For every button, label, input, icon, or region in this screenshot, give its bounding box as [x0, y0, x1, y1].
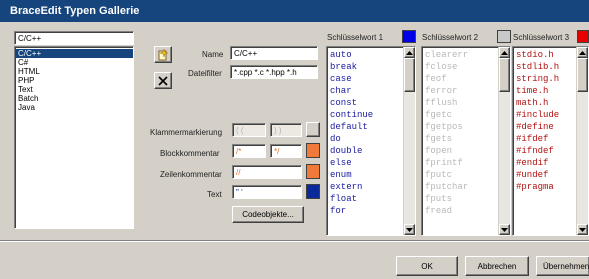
keyword-scrollbar[interactable] [498, 47, 510, 235]
keyword-item[interactable]: ferror [422, 85, 498, 97]
keyword-item[interactable]: const [327, 97, 403, 109]
keyword-item[interactable]: case [327, 73, 403, 85]
bracket-label: Klammermarkierung [150, 128, 223, 137]
separator-highlight [0, 241, 589, 242]
keyword-item[interactable]: #undef [513, 169, 576, 181]
keyword-item[interactable]: stdio.h [513, 49, 576, 61]
language-list-item[interactable]: PHP [15, 76, 133, 85]
file-filter-field[interactable] [230, 65, 318, 79]
new-type-button[interactable] [154, 46, 172, 63]
name-label: Name [202, 50, 224, 59]
keyword-item[interactable]: clearerr [422, 49, 498, 61]
ok-button[interactable]: OK [396, 256, 458, 276]
keyword-color-swatch[interactable] [402, 30, 416, 43]
text-color-swatch[interactable] [306, 184, 320, 199]
keyword-item[interactable]: #endif [513, 157, 576, 169]
language-list-item[interactable]: Java [15, 103, 133, 112]
keyword-item[interactable]: continue [327, 109, 403, 121]
keyword-item[interactable]: enum [327, 169, 403, 181]
keyword-item[interactable]: double [327, 145, 403, 157]
keyword-item[interactable]: fgetpos [422, 121, 498, 133]
keyword-item[interactable]: fread [422, 205, 498, 217]
keyword-column-header: Schlüsselwort 3 [513, 33, 570, 42]
keyword-item[interactable]: default [327, 121, 403, 133]
delete-x-icon [158, 75, 168, 86]
keyword-item[interactable]: math.h [513, 97, 576, 109]
language-list-item[interactable]: HTML [15, 67, 133, 76]
language-list[interactable]: C/C++ C# HTML PHP Text Batch Java [14, 46, 134, 229]
keyword-item[interactable]: fclose [422, 61, 498, 73]
window-title: BraceEdit Typen Gallerie [10, 5, 140, 17]
keyword-color-swatch[interactable] [497, 30, 511, 43]
bracket-open-field[interactable] [232, 123, 266, 137]
keyword-color-swatch[interactable] [577, 30, 589, 43]
window-titlebar: BraceEdit Typen Gallerie [0, 0, 589, 22]
keyword-item[interactable]: fprintf [422, 157, 498, 169]
keyword-item[interactable]: else [327, 157, 403, 169]
scroll-thumb[interactable] [577, 58, 588, 92]
scroll-up-icon[interactable] [577, 47, 588, 58]
language-list-item[interactable]: C# [15, 58, 133, 67]
text-label: Text [207, 190, 222, 199]
apply-button[interactable]: Übernehmen [536, 256, 589, 276]
line-comment-color-swatch[interactable] [306, 164, 320, 179]
block-comment-label: Blockkommentar [160, 149, 220, 158]
block-comment-close-field[interactable] [270, 144, 302, 158]
scroll-thumb[interactable] [499, 58, 510, 92]
bracket-color-button[interactable] [306, 122, 320, 137]
scroll-down-icon[interactable] [577, 224, 588, 235]
keyword-item[interactable]: extern [327, 181, 403, 193]
name-field[interactable] [230, 46, 318, 60]
cancel-button[interactable]: Abbrechen [465, 256, 529, 276]
delete-type-button[interactable] [154, 72, 172, 89]
keyword-item[interactable]: fputchar [422, 181, 498, 193]
block-comment-color-swatch[interactable] [306, 143, 320, 158]
keyword-item[interactable]: #pragma [513, 181, 576, 193]
new-document-icon [158, 48, 169, 60]
scroll-up-icon[interactable] [404, 47, 415, 58]
keyword-item[interactable]: auto [327, 49, 403, 61]
line-comment-field[interactable] [232, 165, 302, 179]
keyword-item[interactable]: break [327, 61, 403, 73]
keyword-item[interactable]: fputs [422, 193, 498, 205]
keyword-item[interactable]: fflush [422, 97, 498, 109]
keyword-item[interactable]: time.h [513, 85, 576, 97]
keyword-column-header: Schlüsselwort 1 [327, 33, 384, 42]
keyword-item[interactable]: #define [513, 121, 576, 133]
string-delimiter-field[interactable] [232, 185, 302, 199]
keyword-item[interactable]: #ifndef [513, 145, 576, 157]
keyword-list[interactable]: clearerr fclose feof ferror fflush fgetc fgetp… [421, 46, 511, 236]
scroll-thumb[interactable] [404, 58, 415, 92]
keyword-item[interactable]: float [327, 193, 403, 205]
line-comment-label: Zeilenkommentar [160, 170, 222, 179]
keyword-item[interactable]: for [327, 205, 403, 217]
keyword-item[interactable]: fgets [422, 133, 498, 145]
language-list-item[interactable]: C/C++ [15, 49, 133, 58]
keyword-scrollbar[interactable] [576, 47, 588, 235]
code-objects-button[interactable]: Codeobjekte... [232, 206, 304, 223]
language-list-item[interactable]: Text [15, 85, 133, 94]
keyword-item[interactable]: fgetc [422, 109, 498, 121]
filter-label: Dateifilter [188, 69, 222, 78]
keyword-item[interactable]: fputc [422, 169, 498, 181]
language-combo-input[interactable] [14, 31, 134, 45]
language-list-item[interactable]: Batch [15, 94, 133, 103]
keyword-list[interactable]: auto break case char const continue default do d… [326, 46, 416, 236]
block-comment-open-field[interactable] [232, 144, 266, 158]
keyword-column-header: Schlüsselwort 2 [422, 33, 479, 42]
keyword-list[interactable]: stdio.h stdlib.h string.h time.h math.h #incl… [512, 46, 589, 236]
keyword-item[interactable]: feof [422, 73, 498, 85]
bracket-close-field[interactable] [270, 123, 302, 137]
scroll-down-icon[interactable] [499, 224, 510, 235]
keyword-item[interactable]: do [327, 133, 403, 145]
scroll-up-icon[interactable] [499, 47, 510, 58]
keyword-scrollbar[interactable] [403, 47, 415, 235]
keyword-item[interactable]: string.h [513, 73, 576, 85]
keyword-item[interactable]: fopen [422, 145, 498, 157]
keyword-item[interactable]: #include [513, 109, 576, 121]
keyword-item[interactable]: stdlib.h [513, 61, 576, 73]
scroll-down-icon[interactable] [404, 224, 415, 235]
keyword-item[interactable]: #ifdef [513, 133, 576, 145]
keyword-item[interactable]: char [327, 85, 403, 97]
